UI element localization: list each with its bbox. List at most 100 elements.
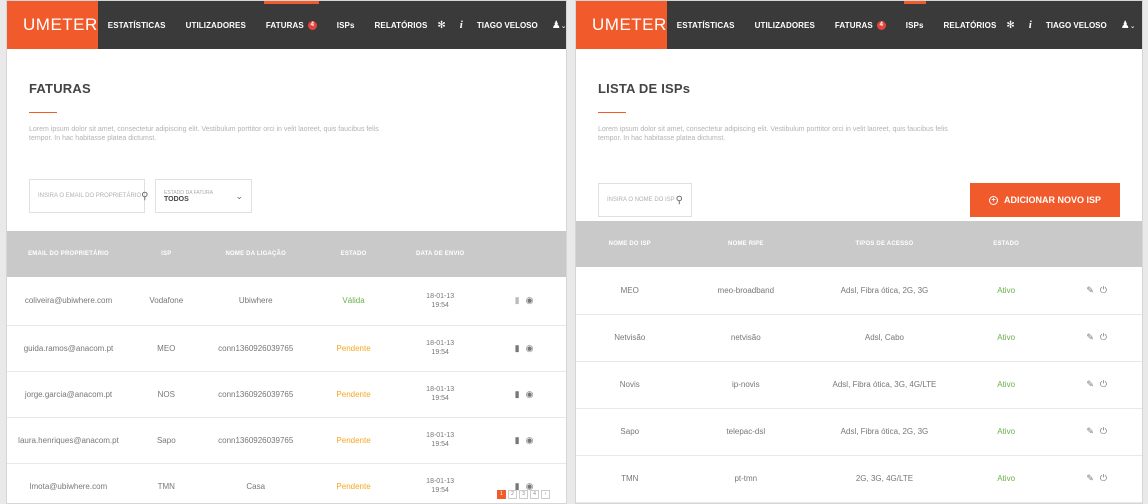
file-icon[interactable]: ▮ xyxy=(515,343,520,353)
eye-icon[interactable]: ◉ xyxy=(526,435,534,445)
info-icon[interactable]: i xyxy=(460,19,463,31)
user-name[interactable]: TIAGO VELOSO xyxy=(477,21,538,30)
owner-email: lmota@ubiwhere.com xyxy=(7,463,130,503)
isps-screen: UMETER ESTATÍSTICAS UTILIZADORES FATURAS… xyxy=(575,0,1143,504)
isp-name: TMN xyxy=(576,455,684,503)
gear-icon[interactable]: ✻ xyxy=(1006,20,1014,31)
add-isp-button[interactable]: + ADICIONAR NOVO ISP xyxy=(970,183,1120,217)
column-header-ripe[interactable]: NOME RIPE xyxy=(683,221,809,267)
status-text: Ativo xyxy=(960,314,1052,362)
isp-name: Sapo xyxy=(129,417,203,464)
nav-item-utilizadores[interactable]: UTILIZADORES xyxy=(745,1,825,49)
file-icon[interactable]: ▮ xyxy=(515,389,520,399)
isp-name: Netvisão xyxy=(576,314,684,362)
edit-icon[interactable]: ✎ xyxy=(1086,473,1094,483)
chevron-down-icon: ⌄ xyxy=(235,190,243,201)
access-types: Adsl, Fibra ótica, 3G, 4G/LTE xyxy=(808,361,961,409)
status-text: Pendente xyxy=(308,371,399,418)
column-header-estado[interactable]: ESTADO xyxy=(960,221,1052,267)
send-date-day: 18-01-13 xyxy=(426,432,455,439)
page-button-2[interactable]: 2 xyxy=(508,490,517,499)
status-text: Pendente xyxy=(308,463,399,503)
filters: INSIRA O EMAIL DO PROPRIETÁRIO ⚲ ESTADO … xyxy=(29,179,544,213)
send-date: 18-01-13 19:54 xyxy=(398,325,483,372)
isps-table: NOME DO ISP NOME RIPE TIPOS DE ACESSO ES… xyxy=(576,221,1142,503)
nav-item-utilizadores[interactable]: UTILIZADORES xyxy=(176,1,256,49)
column-header-acesso[interactable]: TIPOS DE ACESSO xyxy=(808,221,961,267)
status-filter-label: ESTADO DA FATURA xyxy=(164,189,213,196)
power-icon[interactable]: ⏻ xyxy=(1100,379,1107,389)
file-icon[interactable]: ▮ xyxy=(515,435,520,445)
column-header-isp[interactable]: ISP xyxy=(129,231,203,277)
nav-item-faturas[interactable]: FATURAS 4 xyxy=(825,1,896,49)
search-placeholder: INSIRA O EMAIL DO PROPRIETÁRIO xyxy=(38,193,142,199)
info-icon[interactable]: i xyxy=(1029,19,1032,31)
eye-icon[interactable]: ◉ xyxy=(526,481,534,491)
isp-name: Sapo xyxy=(576,408,684,456)
connection-name: Ubiwhere xyxy=(202,277,309,326)
column-header-nome[interactable]: NOME DO ISP xyxy=(576,221,684,267)
page-button-3[interactable]: 3 xyxy=(519,490,528,499)
gear-icon[interactable]: ✻ xyxy=(437,20,445,31)
user-icon[interactable]: ♟⌄ xyxy=(552,20,566,31)
page-button-4[interactable]: 4 xyxy=(530,490,539,499)
nav-item-relatorios[interactable]: RELATÓRIOS xyxy=(365,1,438,49)
edit-icon[interactable]: ✎ xyxy=(1086,426,1094,436)
search-icon[interactable]: ⚲ xyxy=(676,195,683,206)
page-description: Lorem ipsum dolor sit amet, consectetur … xyxy=(598,126,948,142)
chevron-down-icon[interactable]: ⌄ xyxy=(561,23,566,30)
owner-email-search-input[interactable]: INSIRA O EMAIL DO PROPRIETÁRIO ⚲ xyxy=(29,179,148,213)
user-area: ✻ i TIAGO VELOSO ♟⌄ xyxy=(1006,19,1142,31)
notification-badge: 4 xyxy=(876,20,886,30)
nav-item-faturas-label: FATURAS xyxy=(265,20,304,30)
send-date: 18-01-13 19:54 xyxy=(398,371,483,418)
user-icon[interactable]: ♟⌄ xyxy=(1121,20,1136,31)
connection-name: conn1360926039765 xyxy=(202,371,309,418)
nav-item-relatorios[interactable]: RELATÓRIOS xyxy=(934,1,1007,49)
chevron-down-icon[interactable]: ⌄ xyxy=(1130,23,1136,30)
column-header-data[interactable]: DATA DE ENVIO xyxy=(398,231,483,277)
page-button-1[interactable]: 1 xyxy=(497,490,506,499)
ripe-name: ip-novis xyxy=(683,361,809,409)
table-row: guida.ramos@anacom.pt MEO conn1360926039… xyxy=(7,325,566,372)
row-actions: ▮ ◉ xyxy=(482,417,566,464)
row-actions: ✎ ⏻ xyxy=(1051,408,1142,456)
power-icon[interactable]: ⏻ xyxy=(1100,285,1107,295)
eye-icon[interactable]: ◉ xyxy=(526,343,534,353)
nav-item-estatisticas[interactable]: ESTATÍSTICAS xyxy=(98,1,176,49)
status-filter-select[interactable]: ESTADO DA FATURA TODOS ⌄ xyxy=(155,179,252,213)
eye-icon[interactable]: ◉ xyxy=(526,389,534,399)
user-name[interactable]: TIAGO VELOSO xyxy=(1046,21,1107,30)
file-icon[interactable]: ▮ xyxy=(515,295,520,305)
isp-name-search-input[interactable]: INSIRA O NOME DO ISP ⚲ xyxy=(598,183,692,217)
column-header-email[interactable]: EMAIL DO PROPRIETÁRIO xyxy=(7,231,130,277)
status-text: Pendente xyxy=(308,417,399,464)
edit-icon[interactable]: ✎ xyxy=(1086,332,1094,342)
power-icon[interactable]: ⏻ xyxy=(1100,473,1107,483)
status-text: Pendente xyxy=(308,325,399,372)
column-header-estado[interactable]: ESTADO xyxy=(308,231,399,277)
edit-icon[interactable]: ✎ xyxy=(1086,379,1094,389)
next-page-button[interactable]: › xyxy=(541,490,550,499)
edit-icon[interactable]: ✎ xyxy=(1086,285,1094,295)
nav-item-isps[interactable]: ISPs xyxy=(896,1,934,49)
access-types: Adsl, Cabo xyxy=(808,314,961,362)
nav-item-estatisticas[interactable]: ESTATÍSTICAS xyxy=(667,1,745,49)
row-actions: ✎ ⏻ xyxy=(1051,314,1142,362)
connection-name: conn1360926039765 xyxy=(202,417,309,464)
power-icon[interactable]: ⏻ xyxy=(1100,426,1107,436)
search-icon[interactable]: ⚲ xyxy=(141,191,148,202)
brand-logo[interactable]: UMETER xyxy=(7,1,98,49)
main-nav: ESTATÍSTICAS UTILIZADORES FATURAS 4 ISPs… xyxy=(667,1,1007,49)
ripe-name: pt-tmn xyxy=(683,455,809,503)
nav-item-faturas[interactable]: FATURAS 4 xyxy=(256,1,327,49)
brand-logo[interactable]: UMETER xyxy=(576,1,667,49)
column-header-ligacao[interactable]: NOME DA LIGAÇÃO xyxy=(202,231,309,277)
status-filter-value: TODOS xyxy=(164,195,189,203)
file-icon[interactable]: ▮ xyxy=(515,481,520,491)
row-actions: ▮ ◉ xyxy=(482,325,566,372)
power-icon[interactable]: ⏻ xyxy=(1100,332,1107,342)
nav-item-isps[interactable]: ISPs xyxy=(327,1,365,49)
eye-icon[interactable]: ◉ xyxy=(526,295,534,305)
status-text: Ativo xyxy=(960,408,1052,456)
